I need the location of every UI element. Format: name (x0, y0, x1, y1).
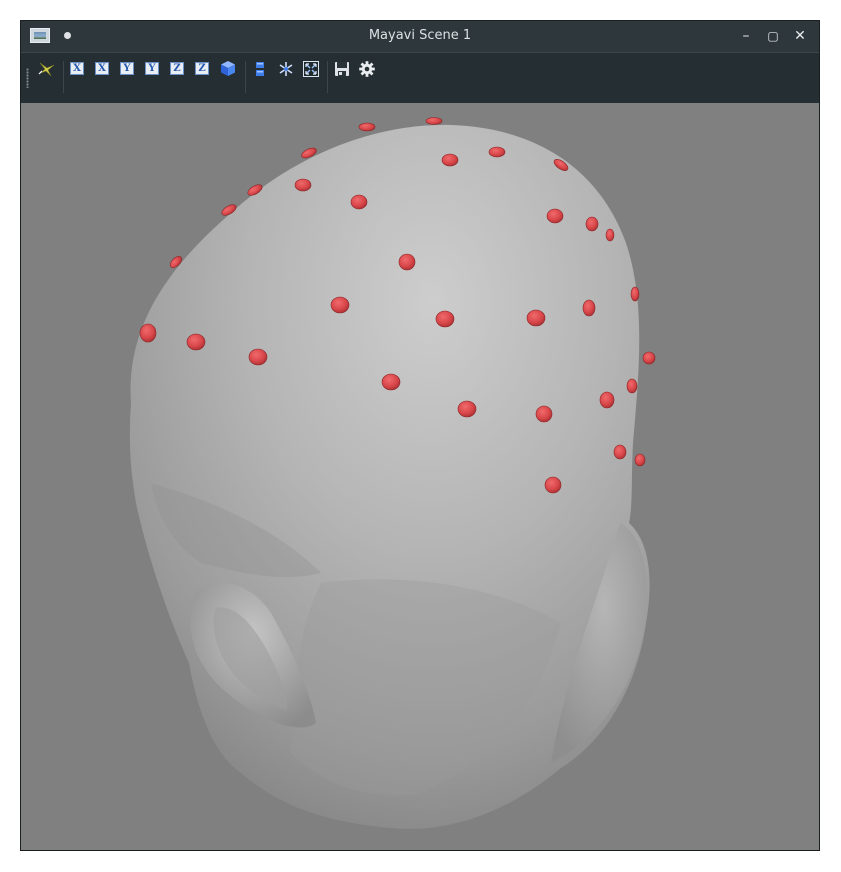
settings-gear-icon[interactable] (357, 59, 377, 79)
electrode (582, 299, 596, 317)
electrode (457, 400, 477, 418)
electrode (630, 286, 640, 302)
parallel-projection-icon[interactable] (37, 59, 57, 79)
view-z-pos-button[interactable]: Z (170, 62, 184, 75)
head-render[interactable] (21, 103, 819, 850)
electrode (535, 405, 553, 423)
electrode (330, 296, 350, 314)
electrode (585, 216, 599, 232)
toolbar-separator (63, 61, 64, 93)
scene-toolbar: X X Y Y Z Z (21, 53, 819, 103)
isometric-view-icon[interactable] (218, 59, 238, 79)
minimize-button[interactable]: – (737, 27, 755, 45)
toggle-axes-icon[interactable] (251, 59, 271, 79)
view-x-neg-button[interactable]: X (95, 62, 109, 75)
fullscreen-icon[interactable] (301, 59, 321, 79)
electrode (381, 373, 401, 391)
close-button[interactable]: ✕ (791, 27, 809, 45)
electrode (599, 391, 615, 409)
electrode (544, 476, 562, 494)
electrode (358, 122, 376, 132)
full-scene-icon[interactable] (276, 59, 296, 79)
save-icon[interactable] (332, 59, 352, 79)
electrode (248, 348, 268, 366)
electrode (186, 333, 206, 351)
toolbar-separator (245, 61, 246, 93)
electrode (294, 178, 312, 192)
electrode (350, 194, 368, 210)
view-x-pos-button[interactable]: X (70, 62, 84, 75)
electrode (626, 378, 638, 394)
toolbar-separator (327, 61, 328, 93)
view-y-pos-button[interactable]: Y (120, 62, 134, 75)
view-z-neg-button[interactable]: Z (195, 62, 209, 75)
electrode (613, 444, 627, 460)
toolbar-grip[interactable] (26, 68, 29, 88)
view-y-neg-button[interactable]: Y (145, 62, 159, 75)
electrode (526, 309, 546, 327)
window-title: Mayavi Scene 1 (368, 28, 472, 43)
electrode (398, 253, 416, 271)
3d-scene-canvas[interactable] (21, 103, 819, 850)
electrode (488, 146, 506, 158)
mayavi-window: Mayavi Scene 1 – ▢ ✕ X X Y Y Z Z (20, 20, 820, 851)
electrode (435, 310, 455, 328)
electrode (441, 153, 459, 167)
electrode (425, 117, 443, 125)
electrode (634, 453, 646, 467)
title-bar[interactable]: Mayavi Scene 1 – ▢ ✕ (21, 21, 819, 53)
electrode (546, 208, 564, 224)
electrode (139, 323, 157, 343)
maximize-button[interactable]: ▢ (764, 27, 782, 45)
electrode (642, 351, 656, 365)
electrode (605, 228, 615, 242)
